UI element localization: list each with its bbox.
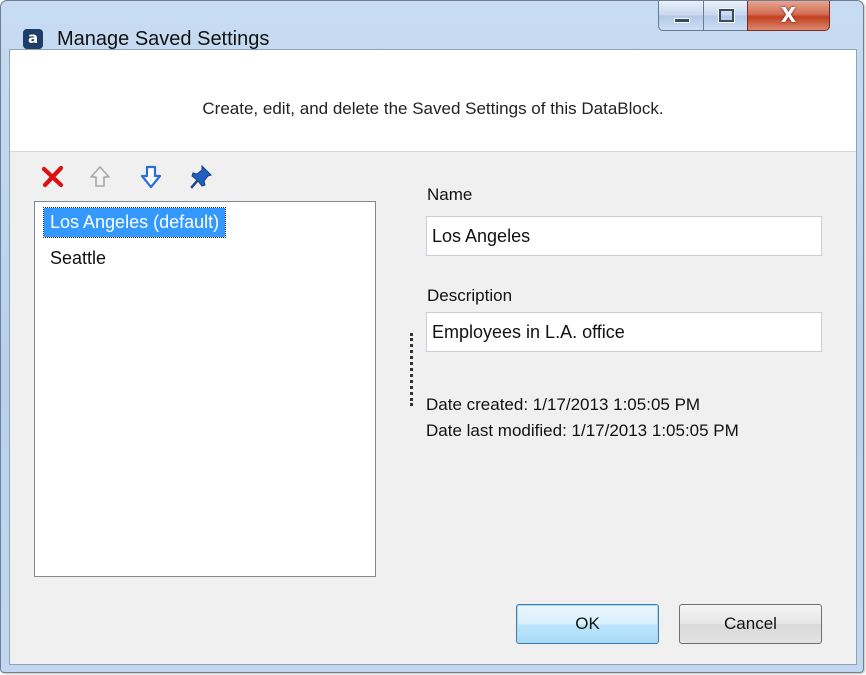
description-field[interactable]: Employees in L.A. office	[426, 312, 822, 352]
ok-button[interactable]: OK	[516, 604, 659, 644]
name-label: Name	[427, 185, 473, 204]
instruction-text: Create, edit, and delete the Saved Setti…	[202, 99, 664, 118]
description-label: Description	[427, 286, 513, 305]
maximize-button[interactable]	[703, 1, 749, 31]
app-icon: a	[23, 29, 43, 49]
list-item-seattle[interactable]: Seattle	[44, 244, 112, 273]
close-icon: X	[780, 3, 797, 27]
name-field[interactable]: Los Angeles	[426, 216, 822, 256]
minimize-icon	[674, 18, 690, 23]
list-item-los-angeles[interactable]: Los Angeles (default)	[42, 207, 227, 238]
date-created-text: Date created: 1/17/2013 1:05:05 PM	[426, 395, 701, 414]
minimize-button[interactable]	[658, 1, 705, 31]
move-up-icon[interactable]	[87, 164, 113, 190]
dialog-client-area: Create, edit, and delete the Saved Setti…	[9, 49, 857, 665]
window-title: Manage Saved Settings	[57, 28, 270, 50]
splitter-handle[interactable]	[410, 333, 413, 406]
delete-icon[interactable]	[40, 164, 66, 190]
maximize-icon	[719, 9, 734, 22]
move-down-icon[interactable]	[138, 164, 164, 190]
date-modified-text: Date last modified: 1/17/2013 1:05:05 PM	[426, 421, 739, 440]
header-banner: Create, edit, and delete the Saved Setti…	[10, 50, 856, 152]
close-button[interactable]: X	[747, 1, 830, 31]
dialog-window: a Manage Saved Settings X Create, edit, …	[0, 0, 864, 673]
saved-settings-list[interactable]: Los Angeles (default) Seattle	[34, 201, 376, 577]
pin-icon[interactable]	[188, 164, 214, 190]
cancel-button[interactable]: Cancel	[679, 604, 822, 644]
